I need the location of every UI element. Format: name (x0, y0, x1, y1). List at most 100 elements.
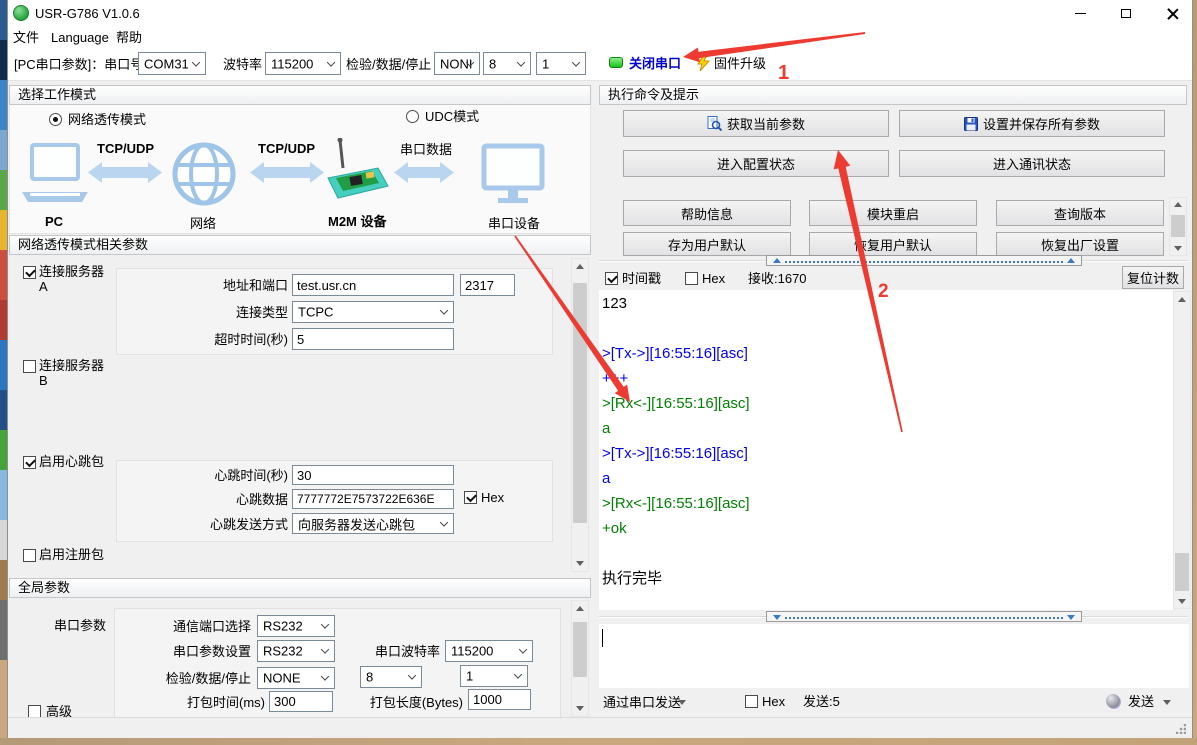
scroll-down-icon[interactable] (1174, 246, 1182, 251)
splitter-arrow-icon[interactable] (773, 615, 781, 620)
scroll-up-icon[interactable] (1178, 297, 1186, 302)
data-bits-select[interactable]: 8 (483, 52, 531, 75)
serial-set-select[interactable]: RS232 (257, 640, 335, 662)
scrollbar-thumb[interactable] (1171, 215, 1185, 237)
hb-mode-select[interactable]: 向服务器发送心跳包 (292, 513, 454, 534)
register-checkbox[interactable] (23, 549, 36, 562)
data-bits-global-select[interactable]: 8 (360, 666, 422, 688)
port-input[interactable] (460, 274, 515, 296)
log-splitter[interactable] (766, 255, 1082, 266)
stop-bits-select[interactable]: 1 (536, 52, 586, 75)
send-hex-checkbox[interactable] (745, 695, 758, 708)
menu-file[interactable]: 文件 (13, 30, 39, 45)
title-bar[interactable]: USR-G786 V1.0.6 (8, 0, 1192, 26)
stop-bits-global-select[interactable]: 1 (460, 665, 528, 687)
server-a-label: 连接服务器 (39, 264, 104, 279)
close-button[interactable] (1156, 0, 1188, 26)
window-title: USR-G786 V1.0.6 (35, 6, 140, 21)
enter-config-button[interactable]: 进入配置状态 (623, 150, 889, 177)
pack-len-input[interactable] (468, 689, 531, 710)
maximize-button[interactable] (1110, 0, 1142, 26)
log-lines[interactable]: 123 >[Tx->][16:55:16][asc]+++>[Rx<-][16:… (602, 291, 1168, 609)
splitter-arrow-icon[interactable] (773, 258, 781, 263)
hb-time-input[interactable] (292, 465, 454, 485)
send-splitter[interactable] (766, 611, 1082, 622)
restore-user-default-button[interactable]: 恢复用户默认 (809, 232, 977, 256)
send-hex-label: Hex (762, 694, 785, 709)
query-version-button[interactable]: 查询版本 (996, 200, 1164, 226)
serial-baud-select[interactable]: 115200 (445, 640, 533, 662)
chevron-down-icon (440, 306, 448, 314)
log-hex-checkbox[interactable] (685, 272, 698, 285)
radio-transparent-mode[interactable] (49, 113, 62, 126)
scrollbar-thumb[interactable] (573, 283, 587, 523)
reset-count-button[interactable]: 复位计数 (1122, 266, 1184, 289)
timeout-label: 超时时间(秒) (138, 332, 288, 347)
radio-udc-mode[interactable] (406, 110, 419, 123)
log-line: >[Rx<-][16:55:16][asc] (602, 491, 1168, 516)
get-params-button[interactable]: 获取当前参数 (623, 110, 889, 137)
scrollbar-thumb[interactable] (1175, 553, 1189, 591)
server-b-suffix: B (39, 373, 48, 388)
global-params-scrollbar[interactable] (571, 600, 589, 717)
menu-help[interactable]: 帮助 (116, 30, 142, 45)
scroll-up-icon[interactable] (576, 264, 584, 269)
splitter-arrow-icon[interactable] (1067, 258, 1075, 263)
close-serial-link[interactable]: 关闭串口 (629, 56, 681, 71)
hb-hex-checkbox[interactable] (464, 491, 477, 504)
send-via-dropdown[interactable]: 通过串口发送 (603, 695, 681, 710)
hb-data-label: 心跳数据 (138, 492, 288, 507)
timestamp-label: 时间戳 (622, 271, 661, 286)
scroll-down-icon[interactable] (576, 706, 584, 711)
addr-label: 地址和端口 (138, 278, 288, 293)
scroll-up-icon[interactable] (576, 606, 584, 611)
help-info-button[interactable]: 帮助信息 (623, 200, 791, 226)
minimize-button[interactable] (1064, 0, 1096, 26)
scroll-up-icon[interactable] (1174, 202, 1182, 207)
splitter-dots (785, 617, 1063, 619)
chevron-down-icon (192, 58, 200, 66)
log-scrollbar[interactable] (1173, 291, 1191, 609)
chevron-down-icon (519, 645, 527, 653)
check-data-stop-label: 检验/数据/停止 (346, 57, 431, 72)
enter-comm-button[interactable]: 进入通讯状态 (899, 150, 1165, 177)
work-mode-header: 选择工作模式 (9, 85, 591, 105)
register-label: 启用注册包 (39, 547, 104, 562)
hb-data-input[interactable] (292, 489, 454, 509)
baud-select[interactable]: 115200 (265, 52, 341, 75)
send-button[interactable]: 发送 (1128, 694, 1154, 709)
com-port-select[interactable]: COM31 (138, 52, 206, 75)
log-line (602, 541, 1168, 566)
timeout-input[interactable] (292, 328, 454, 350)
send-input-area[interactable] (599, 624, 1189, 688)
save-user-default-button[interactable]: 存为用户默认 (623, 232, 791, 256)
heartbeat-checkbox[interactable] (23, 456, 36, 469)
resize-grip[interactable] (1176, 724, 1186, 734)
tcp-udp-label-1: TCP/UDP (97, 141, 154, 156)
save-params-button[interactable]: 设置并保存所有参数 (899, 110, 1165, 137)
firmware-upgrade-link[interactable]: 固件升级 (714, 56, 766, 71)
addr-input[interactable] (292, 274, 454, 296)
scrollbar-thumb[interactable] (573, 622, 587, 677)
commands-scrollbar[interactable] (1169, 197, 1187, 256)
send-via-caret-icon[interactable] (678, 700, 686, 705)
splitter-arrow-icon[interactable] (1067, 615, 1075, 620)
server-a-checkbox[interactable] (23, 266, 36, 279)
timestamp-checkbox[interactable] (605, 272, 618, 285)
module-restart-button[interactable]: 模块重启 (809, 200, 977, 226)
parity-global-select[interactable]: NONE (257, 667, 335, 689)
serial-toolbar: [PC串口参数]：串口号 COM31 波特率 115200 检验/数据/停止 N… (8, 48, 1192, 81)
net-params-scrollbar[interactable] (571, 258, 589, 572)
comm-port-type-select[interactable]: RS232 (257, 615, 335, 637)
conn-type-select[interactable]: TCPC (292, 301, 454, 323)
factory-reset-button[interactable]: 恢复出厂设置 (996, 232, 1164, 256)
scroll-down-icon[interactable] (576, 561, 584, 566)
global-params-header: 全局参数 (9, 578, 591, 598)
server-b-checkbox[interactable] (23, 360, 36, 373)
parity-select[interactable]: NONI (434, 52, 480, 75)
menu-language[interactable]: Language (51, 30, 109, 45)
send-caret-icon[interactable] (1163, 700, 1171, 705)
globe-icon (175, 145, 233, 203)
scroll-down-icon[interactable] (1178, 599, 1186, 604)
pack-time-input[interactable] (269, 691, 333, 712)
